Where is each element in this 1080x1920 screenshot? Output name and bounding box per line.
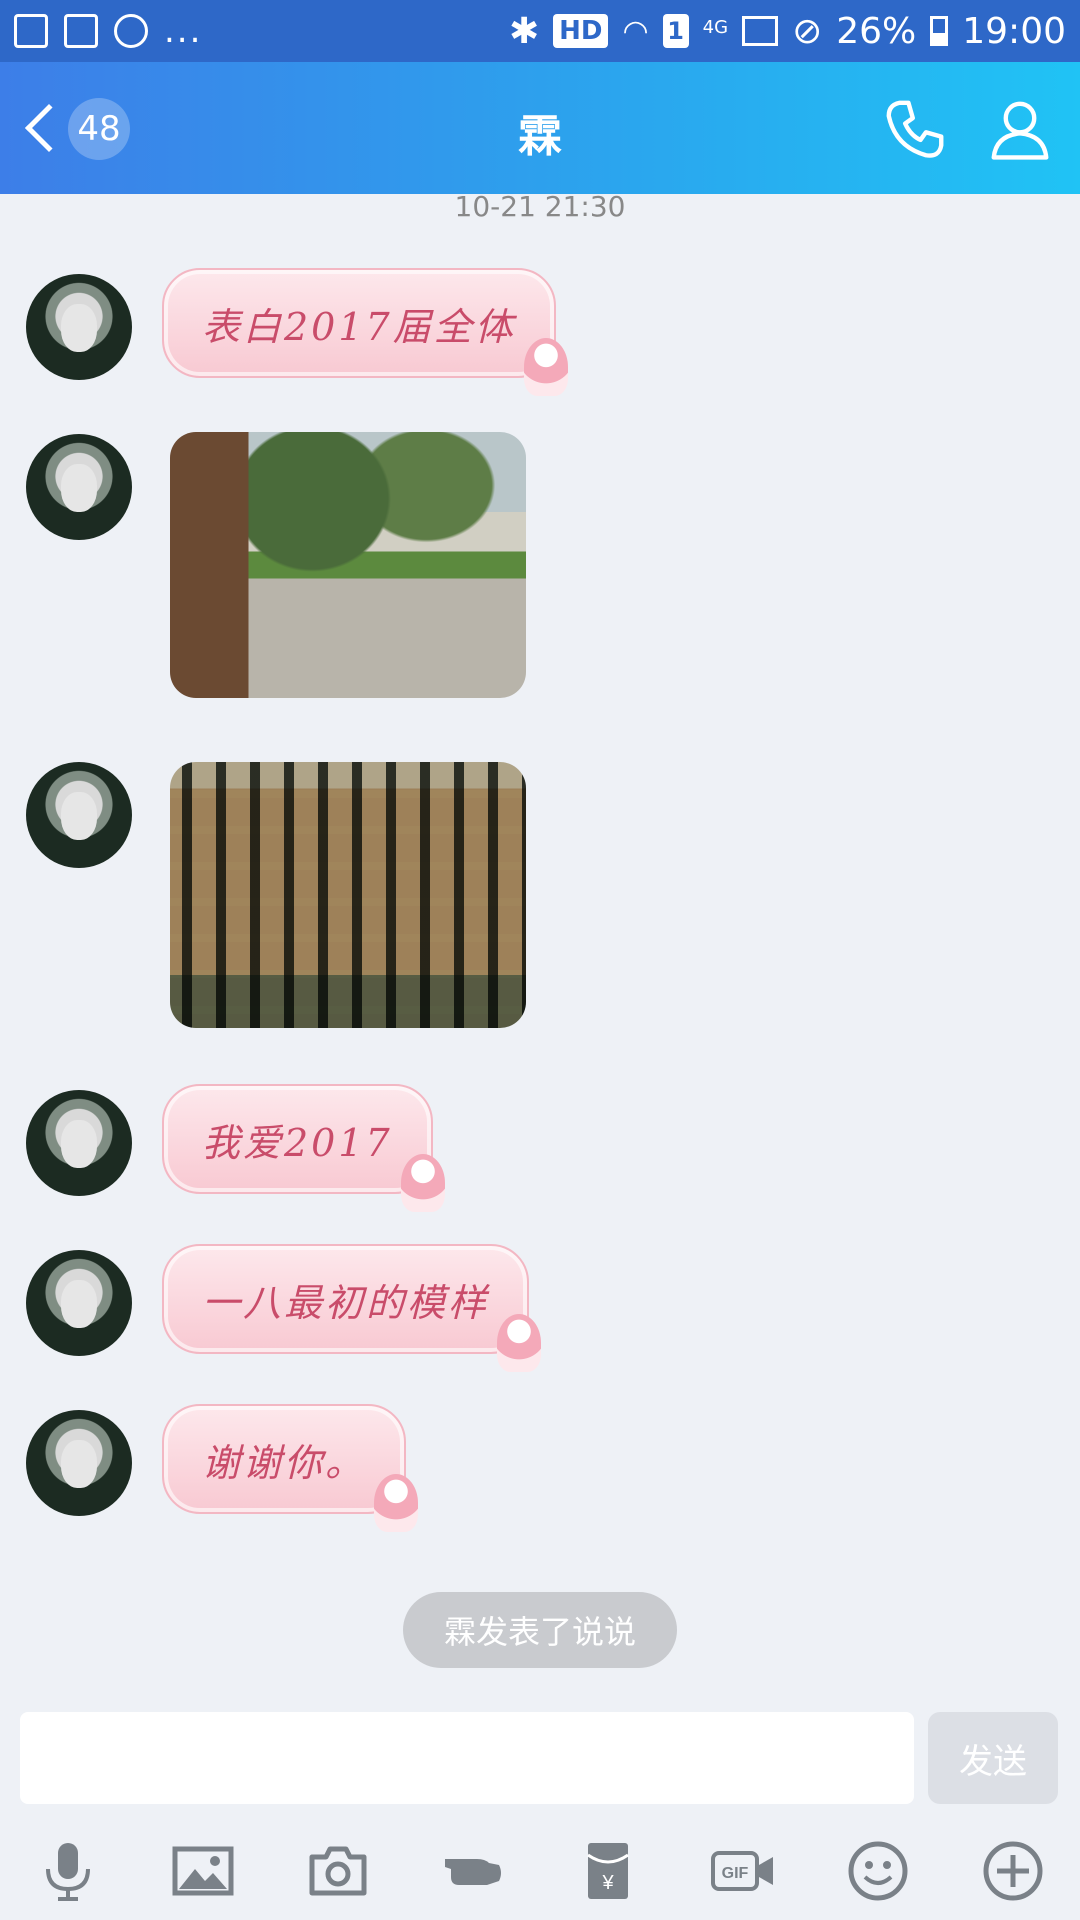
gif-button[interactable]: GIF — [708, 1836, 778, 1906]
hd-badge: HD — [553, 14, 609, 48]
status-bar: ... ✱ HD ◠ 1 4G ⊘ 26% 19:00 — [0, 0, 1080, 62]
message-text: 表白2017届全体 — [202, 304, 516, 349]
poke-icon — [445, 1859, 501, 1885]
battery-percent: 26% — [836, 10, 917, 52]
camera-button[interactable] — [303, 1836, 373, 1906]
bubble-decoration-icon — [374, 1474, 419, 1532]
bluetooth-icon: ✱ — [508, 10, 540, 52]
gallery-notification-icon — [64, 14, 98, 48]
message-timestamp: 10-21 21:30 — [454, 190, 626, 223]
dnd-icon: ⊘ — [792, 10, 823, 52]
sender-avatar[interactable] — [26, 1410, 132, 1516]
network-type: 4G — [702, 16, 729, 38]
chat-header: 48 霖 — [0, 62, 1080, 194]
plus-icon — [983, 1841, 1043, 1901]
bubble-decoration-icon — [497, 1314, 542, 1372]
message-text: 谢谢你。 — [202, 1440, 367, 1485]
mic-icon — [46, 1843, 90, 1901]
poke-button[interactable] — [438, 1836, 508, 1906]
message-photo-school-building[interactable] — [170, 762, 526, 1028]
bubble-decoration-icon — [400, 1154, 445, 1212]
emoji-icon — [848, 1841, 908, 1901]
more-button[interactable] — [978, 1836, 1048, 1906]
battery-icon — [930, 16, 949, 46]
red-packet-button[interactable]: ¥ — [573, 1836, 643, 1906]
voice-button[interactable] — [33, 1836, 103, 1906]
svg-text:¥: ¥ — [601, 1872, 614, 1894]
system-notice[interactable]: 霖发表了说说 — [403, 1592, 677, 1668]
wifi-icon: ◠ — [622, 13, 649, 49]
message-input[interactable] — [20, 1712, 914, 1804]
phone-call-button[interactable] — [880, 94, 950, 164]
clock: 19:00 — [962, 10, 1066, 52]
phone-icon — [886, 100, 944, 158]
message-text: 我爱2017 — [202, 1120, 393, 1165]
svg-text:GIF: GIF — [722, 1865, 749, 1882]
sender-avatar[interactable] — [26, 1250, 132, 1356]
camera-icon — [309, 1846, 367, 1896]
sender-avatar[interactable] — [26, 434, 132, 540]
message-bubble[interactable]: 我爱2017 — [162, 1084, 445, 1212]
message-bubble[interactable]: 谢谢你。 — [162, 1404, 419, 1532]
message-bubble[interactable]: 一八最初的模样 — [162, 1244, 542, 1372]
send-button[interactable]: 发送 — [928, 1712, 1058, 1804]
sim-badge: 1 — [662, 14, 689, 48]
bubble-decoration-icon — [523, 338, 568, 396]
gif-icon: GIF — [711, 1851, 773, 1891]
input-toolbar: ¥ GIF — [0, 1822, 1080, 1920]
message-bubble[interactable]: 表白2017届全体 — [162, 268, 568, 396]
sender-avatar[interactable] — [26, 274, 132, 380]
signal-icon — [742, 16, 779, 46]
notification-icon — [14, 14, 48, 48]
app-notification-icon — [114, 14, 148, 48]
message-photo-campus-courtyard[interactable] — [170, 432, 526, 698]
sender-avatar[interactable] — [26, 762, 132, 868]
person-icon — [991, 101, 1049, 160]
sender-avatar[interactable] — [26, 1090, 132, 1196]
more-notifications: ... — [164, 11, 203, 51]
message-text: 一八最初的模样 — [202, 1280, 490, 1325]
photo-button[interactable] — [168, 1836, 238, 1906]
red-packet-icon: ¥ — [587, 1843, 629, 1899]
profile-button[interactable] — [985, 94, 1055, 164]
image-icon — [172, 1846, 234, 1896]
emoji-button[interactable] — [843, 1836, 913, 1906]
